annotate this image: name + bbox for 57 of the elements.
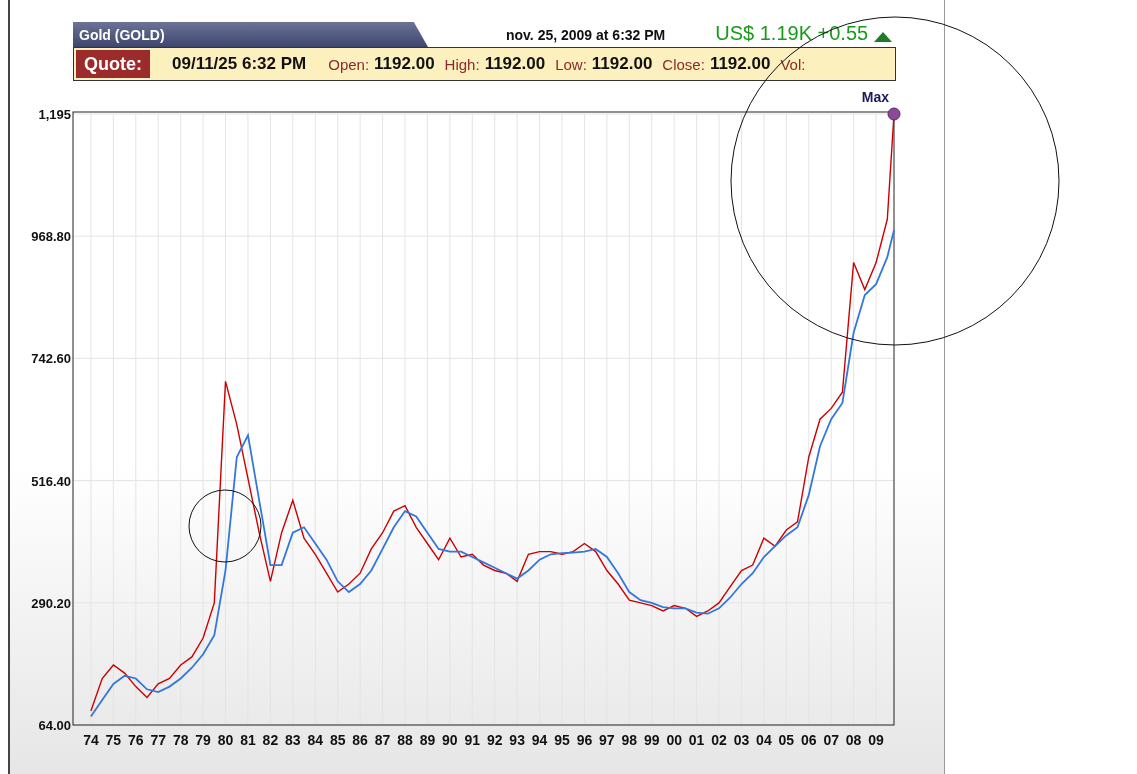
x-tick-label: 07 <box>823 732 839 748</box>
timestamp: nov. 25, 2009 at 6:32 PM <box>506 27 666 43</box>
x-tick-label: 90 <box>442 732 458 748</box>
price-change: US$ 1.19K +0.55 <box>715 22 869 45</box>
quote-datetime: 09/11/25 6:32 PM <box>172 54 307 74</box>
max-marker-dot <box>887 107 901 121</box>
x-tick-label: 82 <box>262 732 279 748</box>
x-tick-label: 87 <box>374 732 391 748</box>
x-tick-label: 08 <box>845 732 862 748</box>
x-tick-label: 79 <box>195 732 211 748</box>
x-tick-label: 94 <box>531 732 548 748</box>
y-tick-label: 968.80 <box>31 229 71 245</box>
y-tick-label: 290.20 <box>31 595 71 611</box>
x-tick-label: 89 <box>419 732 436 748</box>
field-value: 1192.00 <box>709 54 771 74</box>
x-tick-label: 06 <box>800 732 817 748</box>
x-tick-label: 96 <box>576 732 593 748</box>
y-tick-label: 64.00 <box>38 718 71 733</box>
x-tick-label: 74 <box>83 732 99 748</box>
x-tick-label: 02 <box>711 732 727 748</box>
field-label: Close: <box>662 55 705 73</box>
x-tick-label: 80 <box>217 732 234 748</box>
x-tick-label: 88 <box>397 732 413 748</box>
x-tick-label: 76 <box>128 732 144 748</box>
y-tick-label: 516.40 <box>31 473 71 489</box>
x-tick-label: 81 <box>240 732 256 748</box>
x-tick-label: 05 <box>778 732 795 748</box>
x-tick-label: 01 <box>688 732 705 748</box>
field-value: 1192.00 <box>591 54 653 74</box>
x-tick-label: 83 <box>285 732 301 748</box>
x-tick-label: 99 <box>643 732 660 748</box>
x-tick-label: 93 <box>509 732 525 748</box>
x-tick-label: 98 <box>621 732 638 748</box>
x-tick-label: 78 <box>172 732 189 748</box>
field-label: Open: <box>328 55 370 73</box>
quote-label: Quote: <box>76 50 150 78</box>
field-value: 1192.00 <box>374 54 435 74</box>
x-tick-label: 84 <box>307 732 324 748</box>
field-value: 1192.00 <box>484 54 546 74</box>
y-tick-label: 742.60 <box>31 351 71 367</box>
x-tick-label: 00 <box>666 732 682 748</box>
y-tick-label: 1,195 <box>38 107 71 122</box>
x-tick-label: 85 <box>329 732 346 748</box>
field-label: Vol: <box>780 55 806 73</box>
x-tick-label: 95 <box>554 732 570 748</box>
x-tick-label: 86 <box>352 732 368 748</box>
field-label: Low: <box>555 55 587 73</box>
x-tick-label: 09 <box>868 732 884 748</box>
max-label: Max <box>861 89 889 105</box>
field-label: High: <box>444 55 480 73</box>
x-tick-label: 04 <box>756 732 772 748</box>
x-tick-label: 77 <box>150 732 167 748</box>
x-tick-label: 97 <box>599 732 615 748</box>
x-tick-label: 75 <box>105 732 122 748</box>
x-tick-label: 92 <box>486 732 503 748</box>
x-tick-label: 03 <box>733 732 750 748</box>
x-tick-label: 91 <box>464 732 481 748</box>
